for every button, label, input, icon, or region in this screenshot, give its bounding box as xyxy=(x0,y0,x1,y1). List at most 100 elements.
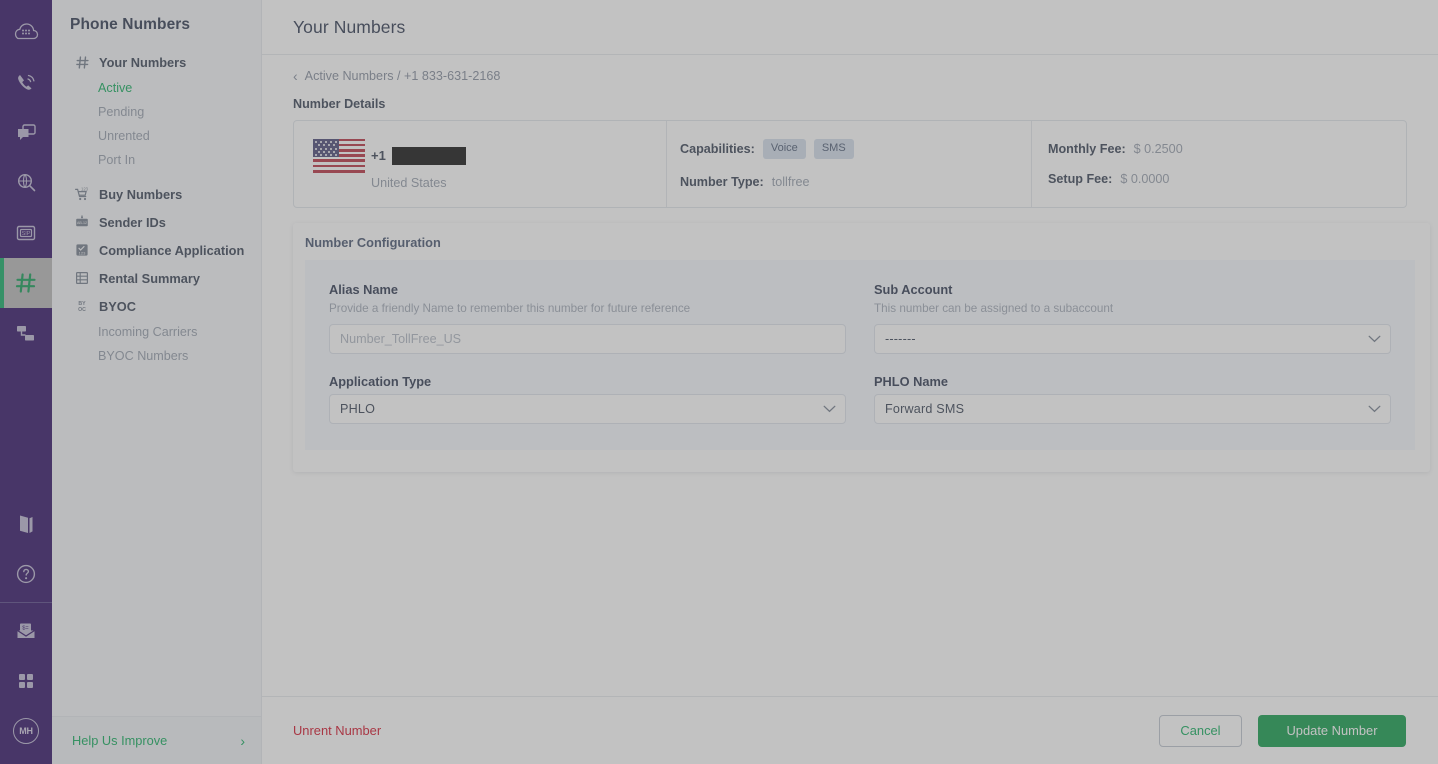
sidebar-item-label: BYOC xyxy=(99,298,136,314)
byoc-icon: BY OC xyxy=(74,298,90,314)
rail-bottom-group: $= MH xyxy=(0,499,52,764)
sip-trunk-icon[interactable]: SIP xyxy=(0,208,52,258)
sidebar-nav-list: Your Numbers Active Pending Unrented Por… xyxy=(52,48,261,716)
sidebar-item-byoc[interactable]: BY OC BYOC xyxy=(52,292,261,320)
apps-grid-icon[interactable] xyxy=(0,656,52,706)
capabilities-column: Capabilities: Voice SMS Number Type: tol… xyxy=(666,121,1031,207)
avatar-initials: MH xyxy=(13,718,39,744)
number-configuration-form: Alias Name Provide a friendly Name to re… xyxy=(305,260,1415,450)
number-type-row: Number Type: tollfree xyxy=(680,175,1031,189)
docs-book-icon[interactable] xyxy=(0,499,52,549)
number-configuration-card: Number Configuration Alias Name Provide … xyxy=(293,223,1430,472)
monthly-fee-row: Monthly Fee: $ 0.2500 xyxy=(1048,142,1406,156)
cloud-dialpad-icon[interactable] xyxy=(0,8,52,58)
application-type-field-group: Application Type PHLO xyxy=(329,374,846,424)
sub-account-hint: This number can be assigned to a subacco… xyxy=(874,302,1114,315)
phlo-name-field-group: PHLO Name Forward SMS xyxy=(874,374,1391,424)
sidebar-subitem-port-in[interactable]: Port In xyxy=(52,148,261,172)
sidebar: Phone Numbers Your Numbers Active Pendin… xyxy=(52,0,262,764)
messaging-icon[interactable] xyxy=(0,108,52,158)
sidebar-subitem-pending[interactable]: Pending xyxy=(52,100,261,124)
monthly-fee-label: Monthly Fee: xyxy=(1048,142,1126,156)
sub-account-select-wrap: ------- xyxy=(874,324,1391,354)
sidebar-item-compliance-application[interactable]: 123 Compliance Application xyxy=(52,236,261,264)
alias-name-field-group: Alias Name Provide a friendly Name to re… xyxy=(329,282,846,354)
flag-canton xyxy=(313,138,339,157)
table-grid-icon xyxy=(74,270,90,286)
sub-account-select[interactable]: ------- xyxy=(874,324,1391,354)
compliance-123-icon: 123 xyxy=(74,242,90,258)
lookup-search-icon[interactable] xyxy=(0,158,52,208)
sidebar-item-label: Rental Summary xyxy=(99,270,200,286)
svg-text:AB-12: AB-12 xyxy=(77,221,87,225)
svg-text:OC: OC xyxy=(78,307,86,313)
update-number-button[interactable]: Update Number xyxy=(1258,714,1406,747)
cancel-button[interactable]: Cancel xyxy=(1159,714,1242,747)
sidebar-subitem-byoc-numbers[interactable]: BYOC Numbers xyxy=(52,344,261,368)
alias-name-input[interactable] xyxy=(329,324,846,354)
sidebar-subitem-incoming-carriers[interactable]: Incoming Carriers xyxy=(52,320,261,344)
icon-rail: SIP $= MH xyxy=(0,0,52,764)
alias-name-label: Alias Name xyxy=(329,282,398,297)
application-type-select[interactable]: PHLO xyxy=(329,394,846,424)
chevron-left-icon: ‹ xyxy=(293,67,298,84)
rail-divider xyxy=(0,602,52,603)
phone-voice-icon[interactable] xyxy=(0,58,52,108)
sidebar-item-buy-numbers[interactable]: 123 Buy Numbers xyxy=(52,180,261,208)
help-us-improve-label: Help Us Improve xyxy=(72,733,168,748)
network-flow-icon[interactable] xyxy=(0,308,52,358)
hash-icon xyxy=(74,54,90,70)
page-header: Your Numbers xyxy=(262,0,1438,55)
sidebar-item-label: Your Numbers xyxy=(99,54,187,70)
sidebar-item-rental-summary[interactable]: Rental Summary xyxy=(52,264,261,292)
capability-badge-sms: SMS xyxy=(813,139,854,159)
avatar[interactable]: MH xyxy=(0,706,52,756)
phlo-name-label: PHLO Name xyxy=(874,374,948,389)
page-title: Your Numbers xyxy=(293,16,406,37)
action-bar: Unrent Number Cancel Update Number xyxy=(262,696,1438,764)
sidebar-item-label: Sender IDs xyxy=(99,214,166,230)
sidebar-subitem-active[interactable]: Active xyxy=(52,76,261,100)
capabilities-label: Capabilities: xyxy=(680,142,755,156)
alias-name-hint: Provide a friendly Name to remember this… xyxy=(329,302,691,315)
capability-badge-voice: Voice xyxy=(762,139,806,159)
sub-account-label: Sub Account xyxy=(874,282,953,297)
redacted-phone-number xyxy=(391,146,466,165)
app-root: SIP $= MH Phone Numbers Your Numbers Act… xyxy=(0,0,1438,764)
nav-gap xyxy=(52,172,261,180)
application-type-label: Application Type xyxy=(329,374,432,389)
svg-text:SIP: SIP xyxy=(22,231,31,237)
setup-fee-row: Setup Fee: $ 0.0000 xyxy=(1048,172,1406,186)
help-question-icon[interactable] xyxy=(0,549,52,599)
number-details-card: +1 United States Capabilities: Voice SMS… xyxy=(293,120,1407,208)
number-identity-column: +1 United States xyxy=(294,121,666,207)
breadcrumb[interactable]: ‹ Active Numbers / +1 833-631-2168 xyxy=(293,67,501,84)
sender-id-icon: AB-12 xyxy=(74,214,90,230)
phlo-name-select[interactable]: Forward SMS xyxy=(874,394,1391,424)
fees-column: Monthly Fee: $ 0.2500 Setup Fee: $ 0.000… xyxy=(1031,121,1406,207)
country-code: +1 xyxy=(371,148,386,163)
country-name: United States xyxy=(371,175,447,190)
svg-text:123: 123 xyxy=(79,250,86,255)
us-flag-icon xyxy=(313,138,365,173)
billing-envelope-icon[interactable]: $= xyxy=(0,606,52,656)
number-type-label: Number Type: xyxy=(680,174,764,189)
phlo-name-select-wrap: Forward SMS xyxy=(874,394,1391,424)
number-type-value: tollfree xyxy=(771,174,810,189)
sub-account-field-group: Sub Account This number can be assigned … xyxy=(874,282,1391,354)
phone-numbers-icon[interactable] xyxy=(0,258,52,308)
chevron-right-icon: › xyxy=(240,732,245,749)
breadcrumb-text: Active Numbers / +1 833-631-2168 xyxy=(304,69,501,83)
main-content: Your Numbers ‹ Active Numbers / +1 833-6… xyxy=(262,0,1438,764)
setup-fee-label: Setup Fee: xyxy=(1048,172,1113,186)
sidebar-subitem-unrented[interactable]: Unrented xyxy=(52,124,261,148)
main-body: ‹ Active Numbers / +1 833-631-2168 Numbe… xyxy=(262,55,1438,696)
svg-text:123: 123 xyxy=(81,187,89,192)
unrent-number-link[interactable]: Unrent Number xyxy=(293,723,381,738)
sidebar-item-your-numbers[interactable]: Your Numbers xyxy=(52,48,261,76)
number-configuration-title: Number Configuration xyxy=(305,235,441,250)
sidebar-item-sender-ids[interactable]: AB-12 Sender IDs xyxy=(52,208,261,236)
help-us-improve-button[interactable]: Help Us Improve › xyxy=(52,716,261,764)
number-row: +1 xyxy=(313,138,666,173)
setup-fee-value: $ 0.0000 xyxy=(1120,172,1170,186)
